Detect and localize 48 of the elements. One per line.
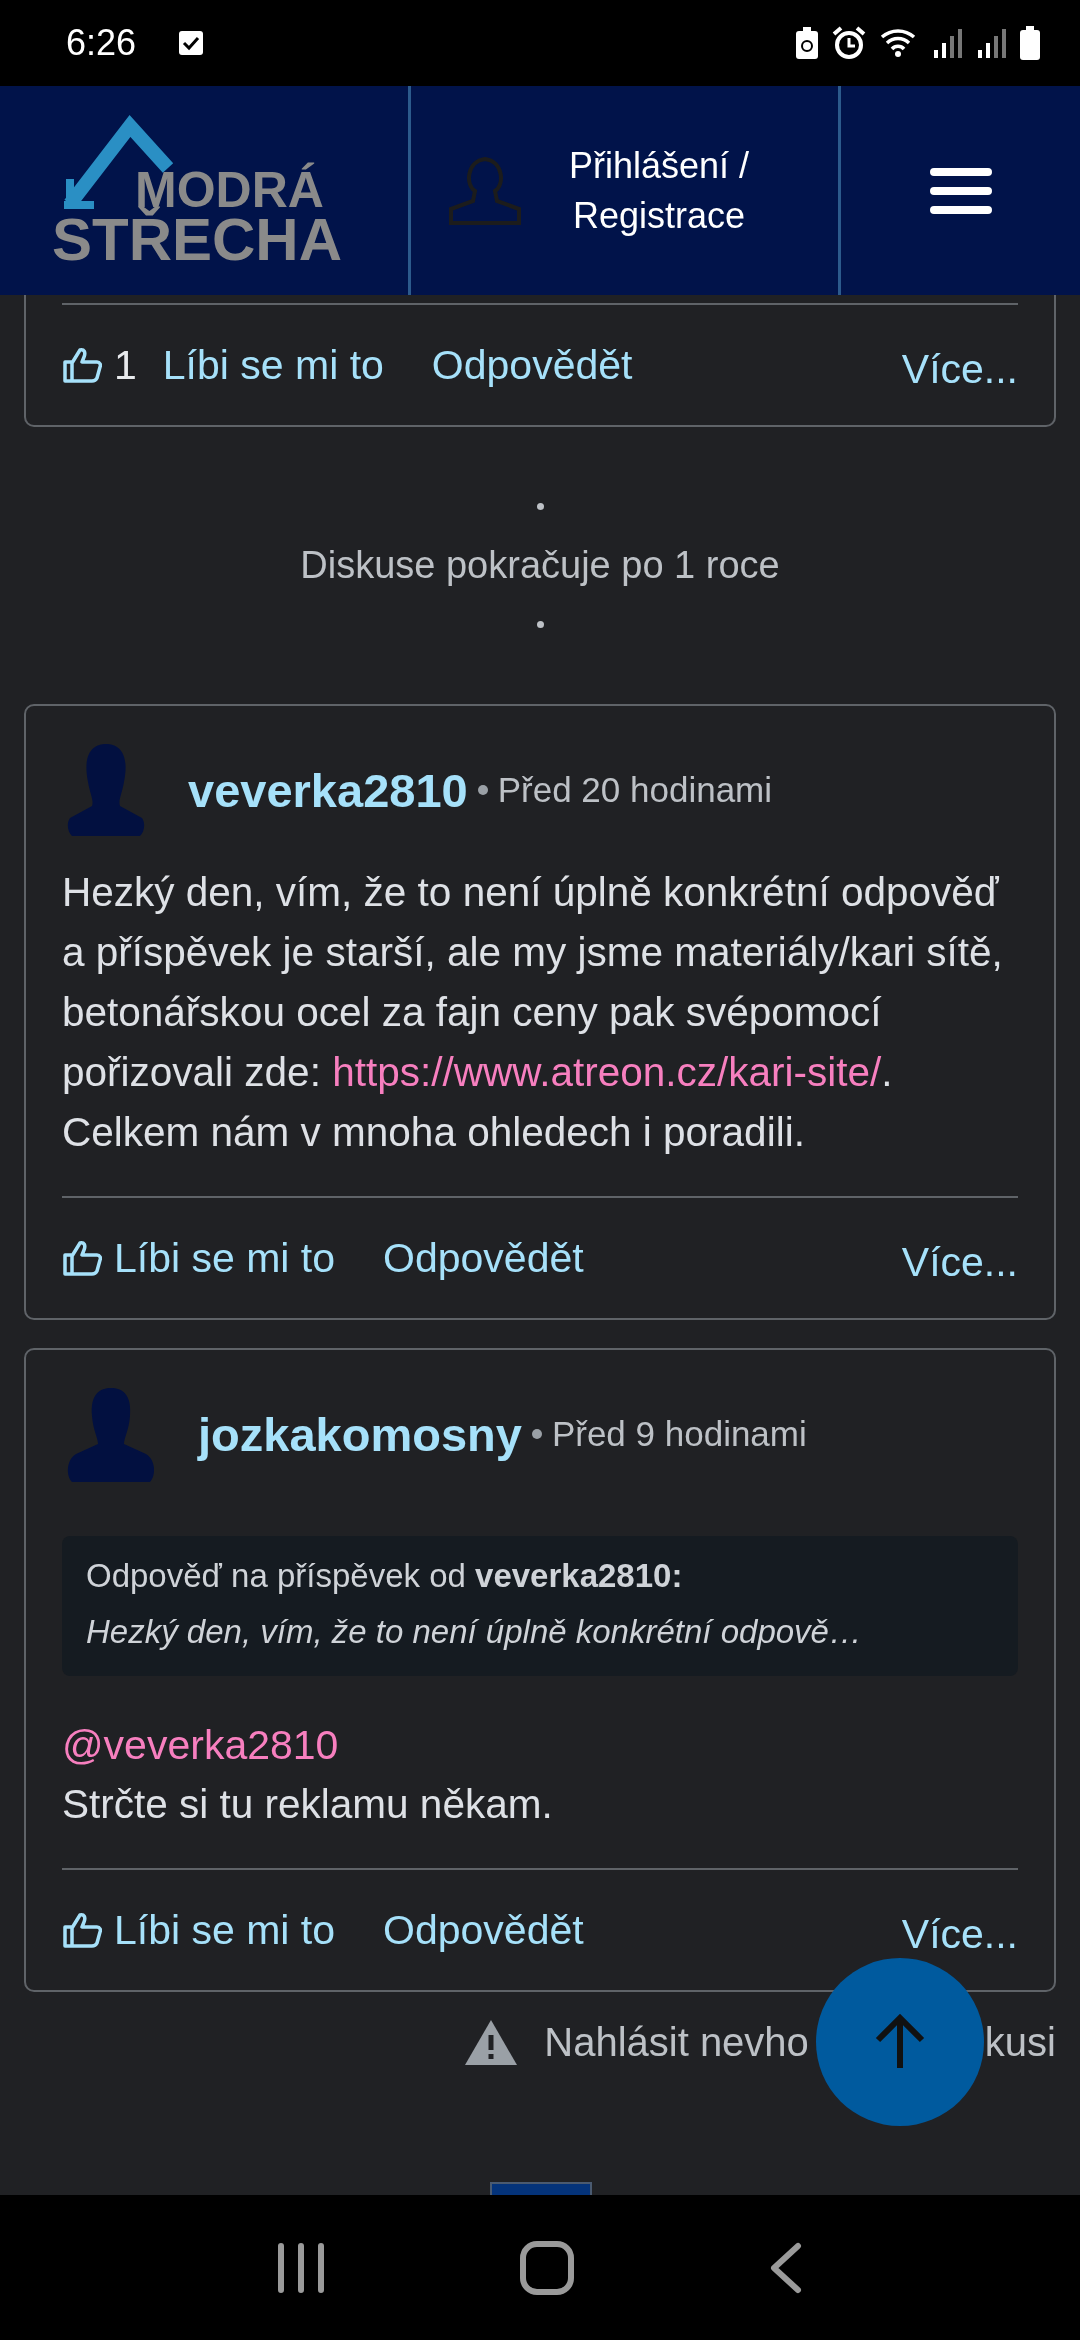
more-link[interactable]: Více... [901, 1238, 1018, 1286]
thumbs-up-icon[interactable] [62, 347, 102, 383]
recent-apps-icon[interactable] [277, 2242, 326, 2293]
avatar-icon [66, 1386, 156, 1482]
quote-heading: Odpověď na příspěvek od veverka2810: [86, 1556, 684, 1596]
report-link[interactable]: Nahlásit nevho [544, 2019, 809, 2065]
signal-icon [976, 28, 1006, 58]
like-link[interactable]: Líbi se mi to [162, 341, 384, 389]
thumbs-up-icon[interactable] [62, 1912, 102, 1948]
report-link[interactable]: kusi [984, 2019, 1056, 2065]
separator-dot [531, 1429, 542, 1439]
post-link[interactable]: https://www.atreon.cz/kari-site/ [332, 1049, 882, 1095]
alarm-icon [832, 26, 866, 60]
separator-dot [477, 785, 488, 795]
post-text: Hezký den, vím, že to není úplně konkrétní odpověď a příspěvek je starší, ale my jsme materiály/kari sítě, betonářskou ocel za fajn ceny pak svépomocí pořizovali zde: https://www.atreon.cz/kari-site/. Celkem nám v mnoha ohledech i poradili. [62, 868, 1004, 1157]
reply-link[interactable]: Odpovědět [383, 1234, 584, 1282]
more-link[interactable]: Více... [901, 1910, 1018, 1958]
logo-text[interactable]: STŘECHA [52, 206, 342, 273]
like-link[interactable]: Líbi se mi to [114, 1906, 336, 1954]
separator-dot [536, 621, 544, 628]
arrow-up-icon [875, 2014, 925, 2070]
post-time: Před 9 hodinami [551, 1414, 807, 1454]
like-link[interactable]: Líbi se mi to [114, 1234, 336, 1282]
reply-link[interactable]: Odpovědět [383, 1906, 584, 1954]
avatar-icon [66, 742, 146, 838]
thread-separator-text: Diskuse pokračuje po 1 roce [300, 544, 780, 587]
status-time: 6:26 [66, 22, 137, 64]
post-text: Strčte si tu reklamu někam. [62, 1780, 554, 1829]
more-link[interactable]: Více... [901, 345, 1018, 393]
author-name[interactable]: jozkakomosny [198, 1406, 522, 1462]
wifi-icon [880, 27, 918, 59]
back-icon[interactable] [768, 2241, 803, 2294]
checkbox-notification-icon [178, 30, 205, 56]
signal-icon [932, 28, 962, 58]
quote-excerpt: Hezký den, vím, že to není úplně konkrétní odpově… [86, 1612, 863, 1652]
battery-saver-icon [796, 27, 818, 59]
like-count: 1 [114, 341, 137, 389]
thumbs-up-icon[interactable] [62, 1240, 102, 1276]
post-time: Před 20 hodinami [497, 770, 773, 810]
mention-link[interactable]: @veverka2810 [62, 1722, 339, 1768]
battery-icon [1020, 26, 1040, 60]
separator-dot [536, 503, 544, 510]
warning-icon [464, 2018, 519, 2066]
menu-icon[interactable] [929, 166, 992, 215]
reply-link[interactable]: Odpovědět [431, 341, 633, 389]
author-name[interactable]: veverka2810 [188, 762, 468, 818]
login-button[interactable]: Přihlášení / Registrace [569, 140, 750, 241]
home-icon[interactable] [520, 2240, 574, 2295]
